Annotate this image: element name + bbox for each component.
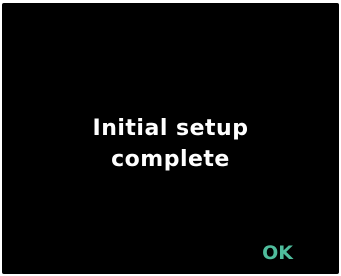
ok-button[interactable]: OK — [262, 241, 293, 265]
status-message: Initial setup complete — [2, 113, 339, 175]
setup-complete-screen: Initial setup complete OK — [2, 3, 339, 274]
status-message-line-1: Initial setup — [92, 116, 249, 141]
status-message-line-2: complete — [111, 147, 230, 172]
